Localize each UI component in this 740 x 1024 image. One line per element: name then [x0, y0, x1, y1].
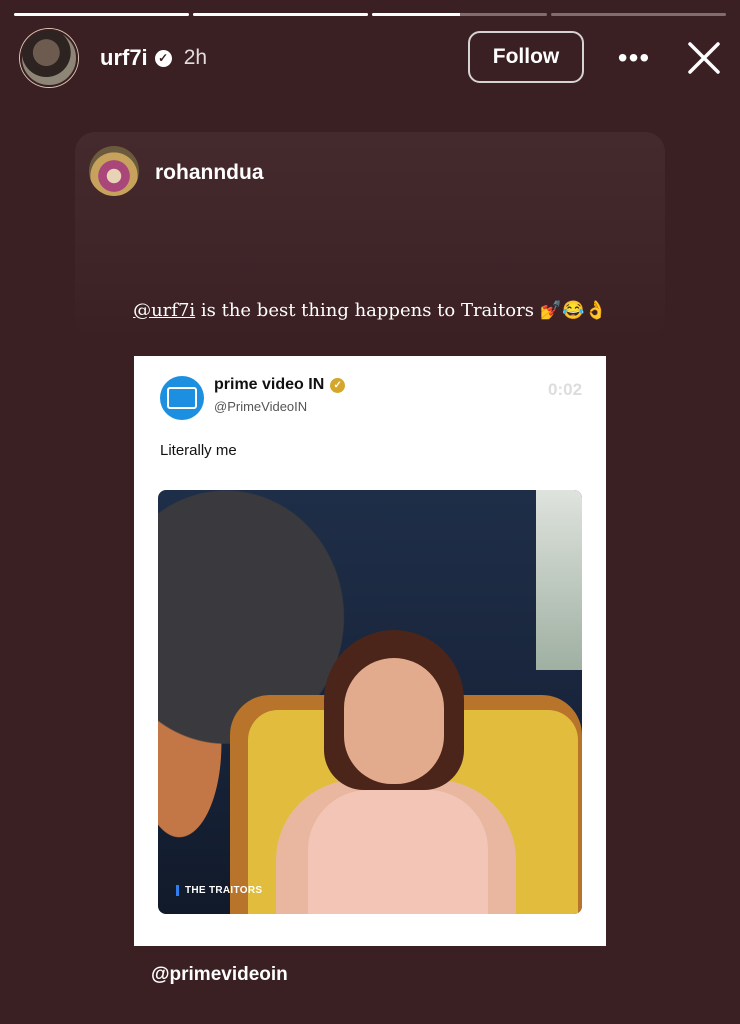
prime-video-logo-icon: [160, 376, 204, 420]
verified-badge-icon: ✓: [154, 49, 172, 67]
progress-segment: [193, 13, 368, 16]
caption-mention-link[interactable]: @urf7i: [133, 300, 195, 321]
close-icon[interactable]: [684, 38, 724, 78]
repost-avatar[interactable]: [89, 146, 139, 196]
footer-mention-link[interactable]: @primevideoin: [151, 964, 288, 986]
progress-fill: [14, 13, 189, 16]
video-background-window: [536, 490, 582, 670]
progress-segment: [372, 13, 547, 16]
story-header: urf7i ✓ 2h Follow •••: [20, 29, 720, 87]
caption-text: is the best thing happens to Traitors 💅😂…: [195, 300, 607, 321]
more-icon[interactable]: •••: [614, 40, 654, 76]
avatar[interactable]: [20, 29, 78, 87]
tweet-video[interactable]: THE TRAITORS: [158, 490, 582, 914]
progress-fill: [372, 13, 460, 16]
tweet-text: Literally me: [160, 442, 237, 459]
story-time: 2h: [183, 46, 208, 69]
tweet-card[interactable]: prime video IN ✓ @PrimeVideoIN 0:02 Lite…: [134, 356, 606, 946]
tweet-handle: @PrimeVideoIN: [214, 399, 308, 414]
verified-badge-icon: ✓: [330, 377, 346, 393]
progress-fill: [193, 13, 368, 16]
tweet-author: prime video IN ✓: [214, 376, 346, 394]
story-caption: @urf7i is the best thing happens to Trai…: [0, 300, 740, 321]
story-username[interactable]: urf7i: [100, 45, 148, 71]
follow-button[interactable]: Follow: [468, 31, 584, 83]
progress-segment: [14, 13, 189, 16]
video-person-dress: [308, 790, 488, 914]
story-progress-bar: [14, 13, 726, 16]
progress-segment: [551, 13, 726, 16]
tweet-author-name: prime video IN: [214, 376, 325, 393]
repost-username[interactable]: rohanndua: [155, 161, 264, 185]
video-show-label: THE TRAITORS: [176, 885, 262, 896]
video-timer: 0:02: [548, 380, 583, 399]
video-person-face: [344, 658, 444, 784]
